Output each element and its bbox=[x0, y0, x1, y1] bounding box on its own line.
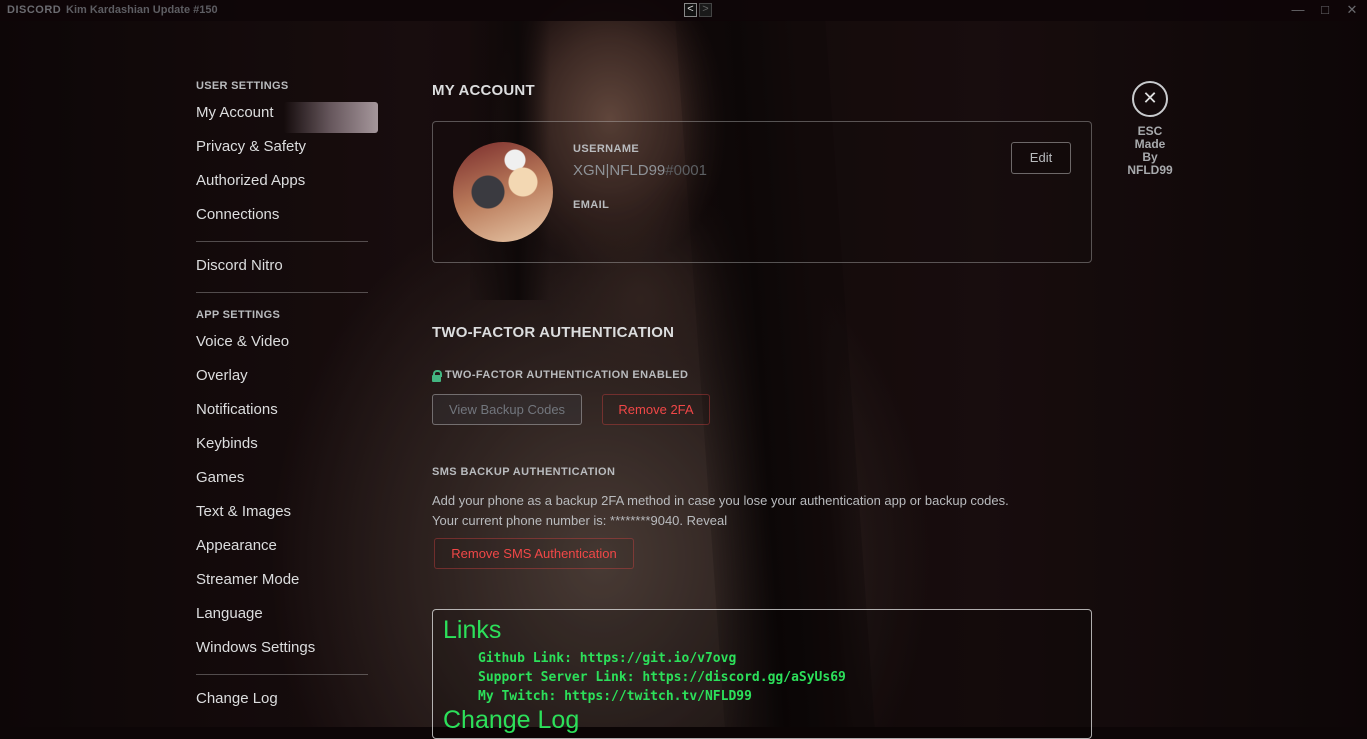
page-title: MY ACCOUNT bbox=[432, 82, 535, 99]
maximize-icon[interactable]: □ bbox=[1317, 2, 1333, 18]
avatar[interactable] bbox=[453, 142, 553, 242]
forward-button[interactable]: > bbox=[699, 3, 712, 17]
lock-icon bbox=[432, 369, 442, 382]
sidebar-item-authorized-apps[interactable]: Authorized Apps bbox=[196, 164, 386, 198]
sidebar-item-voice-video[interactable]: Voice & Video bbox=[196, 325, 386, 359]
sidebar-item-windows-settings[interactable]: Windows Settings bbox=[196, 631, 386, 665]
sidebar-item-text-images[interactable]: Text & Images bbox=[196, 495, 386, 529]
remove-2fa-button[interactable]: Remove 2FA bbox=[602, 394, 710, 425]
user-settings-header: USER SETTINGS bbox=[196, 80, 289, 92]
sms-description-line2: Your current phone number is: ********90… bbox=[432, 511, 1009, 531]
phone-number-text: Your current phone number is: ********90… bbox=[432, 513, 684, 528]
twofa-enabled-status: TWO-FACTOR AUTHENTICATION ENABLED bbox=[432, 369, 689, 382]
sidebar-item-streamer-mode[interactable]: Streamer Mode bbox=[196, 563, 386, 597]
window-titlebar: DISCORD Kim Kardashian Update #150 < > —… bbox=[0, 0, 1367, 21]
remove-sms-auth-button[interactable]: Remove SMS Authentication bbox=[434, 538, 634, 569]
minimize-icon[interactable]: — bbox=[1290, 2, 1306, 18]
support-server-link[interactable]: Support Server Link: https://discord.gg/… bbox=[478, 670, 846, 685]
sidebar-item-my-account[interactable]: My Account bbox=[196, 96, 386, 133]
view-backup-codes-button[interactable]: View Backup Codes bbox=[432, 394, 582, 425]
sms-description: Add your phone as a backup 2FA method in… bbox=[432, 491, 1009, 531]
twofa-title: TWO-FACTOR AUTHENTICATION bbox=[432, 324, 675, 341]
reveal-link[interactable]: Reveal bbox=[687, 513, 727, 528]
discord-logo: DISCORD bbox=[7, 4, 62, 16]
twitch-link[interactable]: My Twitch: https://twitch.tv/NFLD99 bbox=[478, 689, 752, 704]
username-value: XGN|NFLD99#0001 bbox=[573, 162, 707, 179]
twofa-enabled-label: TWO-FACTOR AUTHENTICATION ENABLED bbox=[445, 369, 689, 381]
window-title: Kim Kardashian Update #150 bbox=[66, 4, 218, 16]
sidebar-item-change-log[interactable]: Change Log bbox=[196, 682, 386, 716]
account-card: USERNAME XGN|NFLD99#0001 EMAIL Edit bbox=[432, 121, 1092, 263]
edit-button[interactable]: Edit bbox=[1011, 142, 1071, 174]
sidebar-item-games[interactable]: Games bbox=[196, 461, 386, 495]
sidebar-item-notifications[interactable]: Notifications bbox=[196, 393, 386, 427]
sidebar-item-privacy-safety[interactable]: Privacy & Safety bbox=[196, 130, 386, 164]
close-window-icon[interactable]: ✕ bbox=[1344, 2, 1360, 18]
links-heading: Links bbox=[443, 616, 502, 644]
change-log-heading: Change Log bbox=[443, 706, 580, 734]
back-button[interactable]: < bbox=[684, 3, 697, 17]
sidebar-item-connections[interactable]: Connections bbox=[196, 198, 386, 232]
username-label: USERNAME bbox=[573, 143, 640, 155]
sms-description-line1: Add your phone as a backup 2FA method in… bbox=[432, 493, 1009, 508]
app-settings-header: APP SETTINGS bbox=[196, 309, 281, 321]
username-text: XGN|NFLD99 bbox=[573, 162, 666, 179]
email-label: EMAIL bbox=[573, 199, 610, 211]
made-by-author: NFLD99 bbox=[1127, 163, 1173, 177]
sms-backup-title: SMS BACKUP AUTHENTICATION bbox=[432, 466, 616, 478]
discriminator-text: #0001 bbox=[665, 162, 707, 179]
sidebar-item-language[interactable]: Language bbox=[196, 597, 386, 631]
esc-label-block: ESC Made By NFLD99 bbox=[1125, 125, 1175, 177]
sidebar-item-appearance[interactable]: Appearance bbox=[196, 529, 386, 563]
links-panel: Links Github Link: https://git.io/v7ovg … bbox=[432, 609, 1092, 739]
sidebar-item-overlay[interactable]: Overlay bbox=[196, 359, 386, 393]
settings-sidebar: USER SETTINGS My Account Privacy & Safet… bbox=[196, 80, 386, 716]
close-settings-button[interactable]: ✕ bbox=[1132, 81, 1168, 117]
github-link[interactable]: Github Link: https://git.io/v7ovg bbox=[478, 651, 736, 666]
sidebar-item-keybinds[interactable]: Keybinds bbox=[196, 427, 386, 461]
sidebar-item-discord-nitro[interactable]: Discord Nitro bbox=[196, 249, 386, 283]
